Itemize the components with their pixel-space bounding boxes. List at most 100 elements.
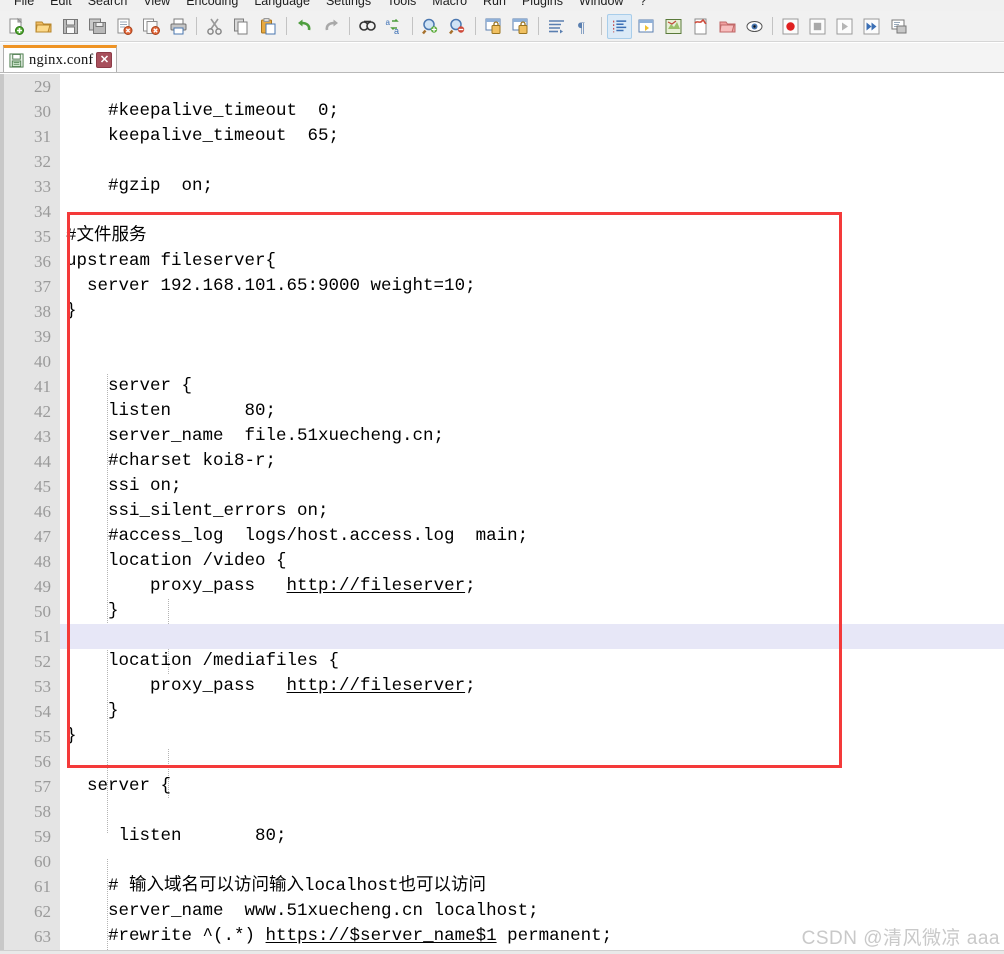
monitoring-icon[interactable] [742, 14, 767, 39]
code-line[interactable]: ssi on; [60, 474, 1004, 499]
menu-encoding[interactable]: Encoding [178, 0, 246, 8]
code-line[interactable]: proxy_pass http://fileserver; [60, 674, 1004, 699]
code-line[interactable]: server { [60, 774, 1004, 799]
toolbar-separator [601, 17, 602, 35]
code-line[interactable] [60, 849, 1004, 874]
code-line[interactable]: server 192.168.101.65:9000 weight=10; [60, 274, 1004, 299]
code-line[interactable]: } [60, 699, 1004, 724]
line-number: 45 [34, 477, 51, 496]
user-defined-language-icon[interactable] [634, 14, 659, 39]
code-line[interactable]: # 输入域名可以访问输入localhost也可以访问 [60, 874, 1004, 899]
zoom-out-icon[interactable] [445, 14, 470, 39]
folder-as-workspace-icon[interactable] [715, 14, 740, 39]
line-number: 62 [34, 902, 51, 921]
watermark: CSDN @清风微凉 aaa [801, 928, 1000, 949]
code-content[interactable]: #keepalive_timeout 0; keepalive_timeout … [60, 74, 1004, 954]
code-line[interactable]: server_name file.51xuecheng.cn; [60, 424, 1004, 449]
menu-help[interactable]: ? [631, 0, 654, 8]
line-number: 54 [34, 702, 51, 721]
save-icon[interactable] [58, 14, 83, 39]
play-macro-icon[interactable] [832, 14, 857, 39]
print-icon[interactable] [166, 14, 191, 39]
code-line[interactable]: } [60, 299, 1004, 324]
code-editor[interactable]: 29 30 31 32 33 34 35 36 37 38 39 40 41 42 43 44 45 46 47 48… [0, 74, 1004, 954]
save-all-icon[interactable] [85, 14, 110, 39]
sync-vertical-scroll-icon[interactable] [481, 14, 506, 39]
undo-icon[interactable] [292, 14, 317, 39]
code-line[interactable]: location /mediafiles { [60, 649, 1004, 674]
code-line[interactable] [60, 324, 1004, 349]
stop-recording-icon[interactable] [805, 14, 830, 39]
menu-view[interactable]: View [135, 0, 178, 8]
menu-plugins[interactable]: Plugins [514, 0, 571, 8]
menu-file[interactable]: File [6, 0, 42, 8]
code-line[interactable] [60, 149, 1004, 174]
url-token[interactable]: http://fileserver [287, 576, 466, 596]
code-line[interactable]: #文件服务 [60, 224, 1004, 249]
code-line[interactable] [60, 199, 1004, 224]
code-line[interactable]: #gzip on; [60, 174, 1004, 199]
close-all-files-icon[interactable] [139, 14, 164, 39]
redo-icon[interactable] [319, 14, 344, 39]
line-number: 39 [34, 327, 51, 346]
replace-icon[interactable]: aa [382, 14, 407, 39]
code-line[interactable] [60, 624, 1004, 649]
function-list-icon[interactable] [688, 14, 713, 39]
code-line[interactable]: #access_log logs/host.access.log main; [60, 524, 1004, 549]
close-file-icon[interactable] [112, 14, 137, 39]
line-number: 57 [34, 777, 51, 796]
line-number: 30 [34, 102, 51, 121]
line-number: 43 [34, 427, 51, 446]
run-macro-multiple-icon[interactable] [859, 14, 884, 39]
code-line[interactable] [60, 799, 1004, 824]
code-line[interactable]: server { [60, 374, 1004, 399]
code-line[interactable]: server_name www.51xuecheng.cn localhost; [60, 899, 1004, 924]
code-line[interactable] [60, 749, 1004, 774]
menu-window[interactable]: Window [571, 0, 631, 8]
url-token[interactable]: https://$server_name$1 [266, 926, 497, 946]
menu-settings[interactable]: Settings [318, 0, 379, 8]
tab-nginx-conf[interactable]: nginx.conf ✕ [3, 45, 118, 72]
new-file-icon[interactable] [4, 14, 29, 39]
code-line[interactable]: ssi_silent_errors on; [60, 499, 1004, 524]
menu-run[interactable]: Run [475, 0, 514, 8]
close-icon[interactable]: ✕ [96, 52, 113, 68]
code-line[interactable] [60, 349, 1004, 374]
menu-tools[interactable]: Tools [379, 0, 424, 8]
saved-document-icon [9, 52, 24, 68]
code-line[interactable]: #keepalive_timeout 0; [60, 99, 1004, 124]
record-macro-icon[interactable] [778, 14, 803, 39]
code-line[interactable]: } [60, 724, 1004, 749]
line-number: 42 [34, 402, 51, 421]
code-line[interactable]: } [60, 599, 1004, 624]
url-token[interactable]: http://fileserver [287, 676, 466, 696]
find-icon[interactable] [355, 14, 380, 39]
word-wrap-icon[interactable] [544, 14, 569, 39]
indent-guide-icon[interactable] [607, 13, 632, 39]
code-line[interactable]: location /video { [60, 549, 1004, 574]
menu-language[interactable]: Language [246, 0, 318, 8]
code-line[interactable]: keepalive_timeout 65; [60, 124, 1004, 149]
code-line[interactable]: proxy_pass http://fileserver; [60, 574, 1004, 599]
line-number: 50 [34, 602, 51, 621]
code-line[interactable] [60, 74, 1004, 99]
menu-macro[interactable]: Macro [424, 0, 475, 8]
code-line[interactable]: listen 80; [60, 824, 1004, 849]
menu-search[interactable]: Search [80, 0, 136, 8]
run-icon[interactable] [886, 14, 911, 39]
toolbar-separator [412, 17, 413, 35]
menu-edit[interactable]: Edit [42, 0, 80, 8]
document-map-icon[interactable] [661, 14, 686, 39]
sync-horizontal-scroll-icon[interactable] [508, 14, 533, 39]
cut-icon[interactable] [202, 14, 227, 39]
show-all-characters-icon[interactable]: ¶ [571, 14, 596, 39]
code-line[interactable]: listen 80; [60, 399, 1004, 424]
line-number: 60 [34, 852, 51, 871]
code-line[interactable]: upstream fileserver{ [60, 249, 1004, 274]
copy-icon[interactable] [229, 14, 254, 39]
line-number: 56 [34, 752, 51, 771]
code-line[interactable]: #charset koi8-r; [60, 449, 1004, 474]
open-folder-icon[interactable] [31, 14, 56, 39]
paste-icon[interactable] [256, 14, 281, 39]
zoom-in-icon[interactable] [418, 14, 443, 39]
